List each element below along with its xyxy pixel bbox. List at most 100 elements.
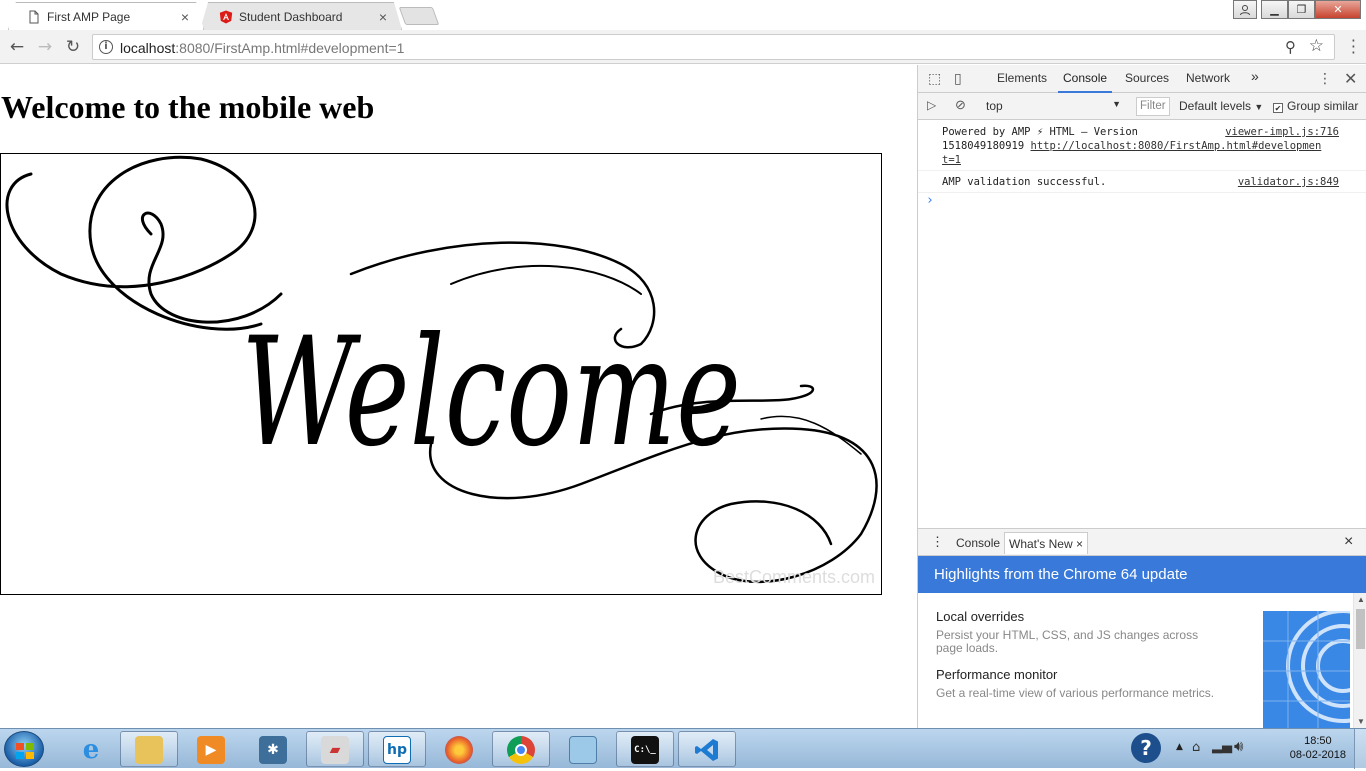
chrome-menu-icon[interactable]: · · ·	[1351, 33, 1356, 61]
close-tab-icon[interactable]: ×	[1076, 537, 1083, 551]
page-heading: Welcome to the mobile web	[1, 89, 375, 125]
message-version: 1518049180919	[942, 140, 1025, 152]
command-prompt-icon: C:\_	[631, 736, 659, 764]
taskbar-photo-viewer[interactable]: ✱	[244, 731, 302, 767]
tab-elements[interactable]: Elements	[997, 71, 1047, 85]
angular-icon	[219, 10, 233, 24]
tab-label: Student Dashboard	[239, 10, 343, 24]
message-link[interactable]: http://localhost:8080/FirstAmp.html#deve…	[1031, 140, 1322, 152]
back-icon[interactable]: ←	[7, 37, 27, 57]
reload-icon[interactable]: ↻	[63, 37, 83, 57]
close-window-button[interactable]: ✕	[1315, 0, 1361, 19]
feature-description: Persist your HTML, CSS, and JS changes a…	[936, 628, 1199, 655]
welcome-calligraphy: Welcome	[5, 155, 878, 583]
context-select[interactable]: top ▼	[986, 99, 1121, 113]
zoom-icon[interactable]: ⚲	[1285, 38, 1296, 56]
taskbar-media-player[interactable]: ▶	[182, 731, 240, 767]
tab-console[interactable]: Console	[1058, 71, 1113, 93]
show-hidden-icons-icon[interactable]: ▲	[1176, 742, 1183, 752]
tab-network[interactable]: Network	[1186, 71, 1230, 85]
tab-student-dashboard[interactable]: Student Dashboard ×	[200, 2, 402, 30]
url-path: :8080/FirstAmp.html#development=1	[175, 40, 405, 56]
volume-icon[interactable]: 🔊︎	[1234, 737, 1243, 755]
scroll-down-icon[interactable]: ▼	[1357, 717, 1365, 726]
help-icon[interactable]: ?	[1131, 733, 1161, 763]
taskbar-chrome[interactable]	[492, 731, 550, 767]
system-tray: ? ▲ ⌂ ▂▄ 🔊︎ 18:50 08-02-2018	[1126, 729, 1366, 769]
close-devtools-icon[interactable]: ✕	[1344, 69, 1357, 88]
drawer-tabbar: ⋮ Console What's New × ×	[918, 528, 1366, 556]
minimize-button[interactable]: ▁	[1261, 0, 1288, 19]
maximize-button[interactable]: ❐	[1288, 0, 1315, 19]
taskbar: e ▶ ✱ ▰ hp C:\_ ? ▲ ⌂ ▂▄ 🔊︎ 18:50 08-02-…	[0, 728, 1366, 769]
page-viewport: Welcome to the mobile web Welcome BestCo…	[0, 65, 917, 728]
console-message: Powered by AMP ⚡ HTML – Version 15180491…	[918, 121, 1366, 171]
internet-explorer-icon: e	[82, 735, 100, 765]
drawer-menu-icon[interactable]: ⋮	[931, 534, 944, 550]
tab-sources[interactable]: Sources	[1125, 71, 1169, 85]
more-tabs-icon[interactable]: »	[1251, 68, 1259, 84]
filter-input[interactable]: Filter	[1136, 97, 1170, 116]
firefox-icon	[445, 736, 473, 764]
new-tab-button[interactable]	[398, 7, 440, 25]
feature-title[interactable]: Performance monitor	[936, 667, 1057, 682]
message-link[interactable]: t=1	[942, 154, 961, 166]
log-levels-select[interactable]: Default levels ▼	[1179, 99, 1263, 113]
scrollbar[interactable]: ▲ ▼	[1353, 593, 1366, 728]
close-drawer-icon[interactable]: ×	[1344, 533, 1353, 551]
start-button[interactable]	[4, 731, 44, 767]
bookmark-star-icon[interactable]: ☆	[1309, 36, 1324, 56]
media-player-icon: ▶	[197, 736, 225, 764]
feature-thumbnail	[1263, 611, 1350, 728]
devtools-menu-icon[interactable]: ⋮	[1318, 71, 1332, 87]
close-tab-icon[interactable]: ×	[379, 9, 387, 25]
group-similar-checkbox[interactable]: ✔ Group similar	[1273, 99, 1358, 113]
network-adapter-icon[interactable]: ⌂	[1192, 740, 1200, 755]
show-sidebar-icon[interactable]: ▷	[927, 98, 936, 112]
console-prompt[interactable]: ›	[918, 193, 1366, 208]
taskbar-firefox[interactable]	[430, 731, 488, 767]
browser-toolbar: ← → ↻ i localhost:8080/FirstAmp.html#dev…	[0, 30, 1366, 64]
notepad-icon	[569, 736, 597, 764]
clock[interactable]: 18:50 08-02-2018	[1290, 734, 1346, 762]
dropdown-arrow-icon: ▼	[1112, 99, 1121, 109]
taskbar-explorer[interactable]	[120, 731, 178, 767]
taskbar-cmd[interactable]: C:\_	[616, 731, 674, 767]
taskbar-hp[interactable]: hp	[368, 731, 426, 767]
url-text[interactable]: localhost:8080/FirstAmp.html#development…	[120, 40, 404, 56]
context-value: top	[986, 99, 1003, 113]
clear-console-icon[interactable]: ⊘	[955, 97, 966, 113]
photo-viewer-icon: ✱	[259, 736, 287, 764]
scroll-up-icon[interactable]: ▲	[1357, 595, 1365, 604]
clock-time: 18:50	[1304, 735, 1332, 747]
taskbar-vscode[interactable]	[678, 731, 736, 767]
clock-date: 08-02-2018	[1289, 749, 1346, 761]
drawer-tab-console[interactable]: Console	[956, 536, 1000, 550]
taskbar-ie[interactable]: e	[62, 731, 120, 767]
feature-title[interactable]: Local overrides	[936, 609, 1024, 624]
log-levels-label: Default levels	[1179, 99, 1252, 113]
user-icon[interactable]	[1233, 0, 1257, 19]
drawer-tab-label: What's New	[1009, 537, 1073, 551]
visual-studio-code-icon	[693, 736, 721, 764]
inspect-element-icon[interactable]: ⬚	[928, 71, 941, 87]
close-tab-icon[interactable]: ×	[181, 9, 189, 25]
device-toolbar-icon[interactable]: ▯	[954, 71, 962, 87]
taskbar-notepad[interactable]	[554, 731, 612, 767]
info-icon[interactable]: i	[99, 40, 113, 54]
show-desktop-button[interactable]	[1354, 729, 1366, 769]
signal-icon[interactable]: ▂▄	[1212, 739, 1232, 754]
hp-icon: hp	[383, 736, 411, 764]
message-source-link[interactable]: validator.js:849	[1238, 175, 1339, 189]
taskbar-image-tool[interactable]: ▰	[306, 731, 364, 767]
scrollbar-thumb[interactable]	[1356, 609, 1365, 649]
console-output: Powered by AMP ⚡ HTML – Version 15180491…	[918, 121, 1366, 528]
drawer-tab-whats-new[interactable]: What's New ×	[1004, 532, 1088, 554]
message-source-link[interactable]: viewer-impl.js:716	[1225, 125, 1339, 139]
document-icon	[29, 10, 39, 24]
address-bar[interactable]: i localhost:8080/FirstAmp.html#developme…	[92, 34, 1335, 60]
tab-first-amp-page[interactable]: First AMP Page ×	[8, 2, 204, 30]
console-message: AMP validation successful. validator.js:…	[918, 171, 1366, 193]
console-filter-bar: ▷ ⊘ top ▼ Filter Default levels ▼ ✔ Group…	[918, 93, 1366, 120]
forward-icon[interactable]: →	[35, 37, 55, 57]
